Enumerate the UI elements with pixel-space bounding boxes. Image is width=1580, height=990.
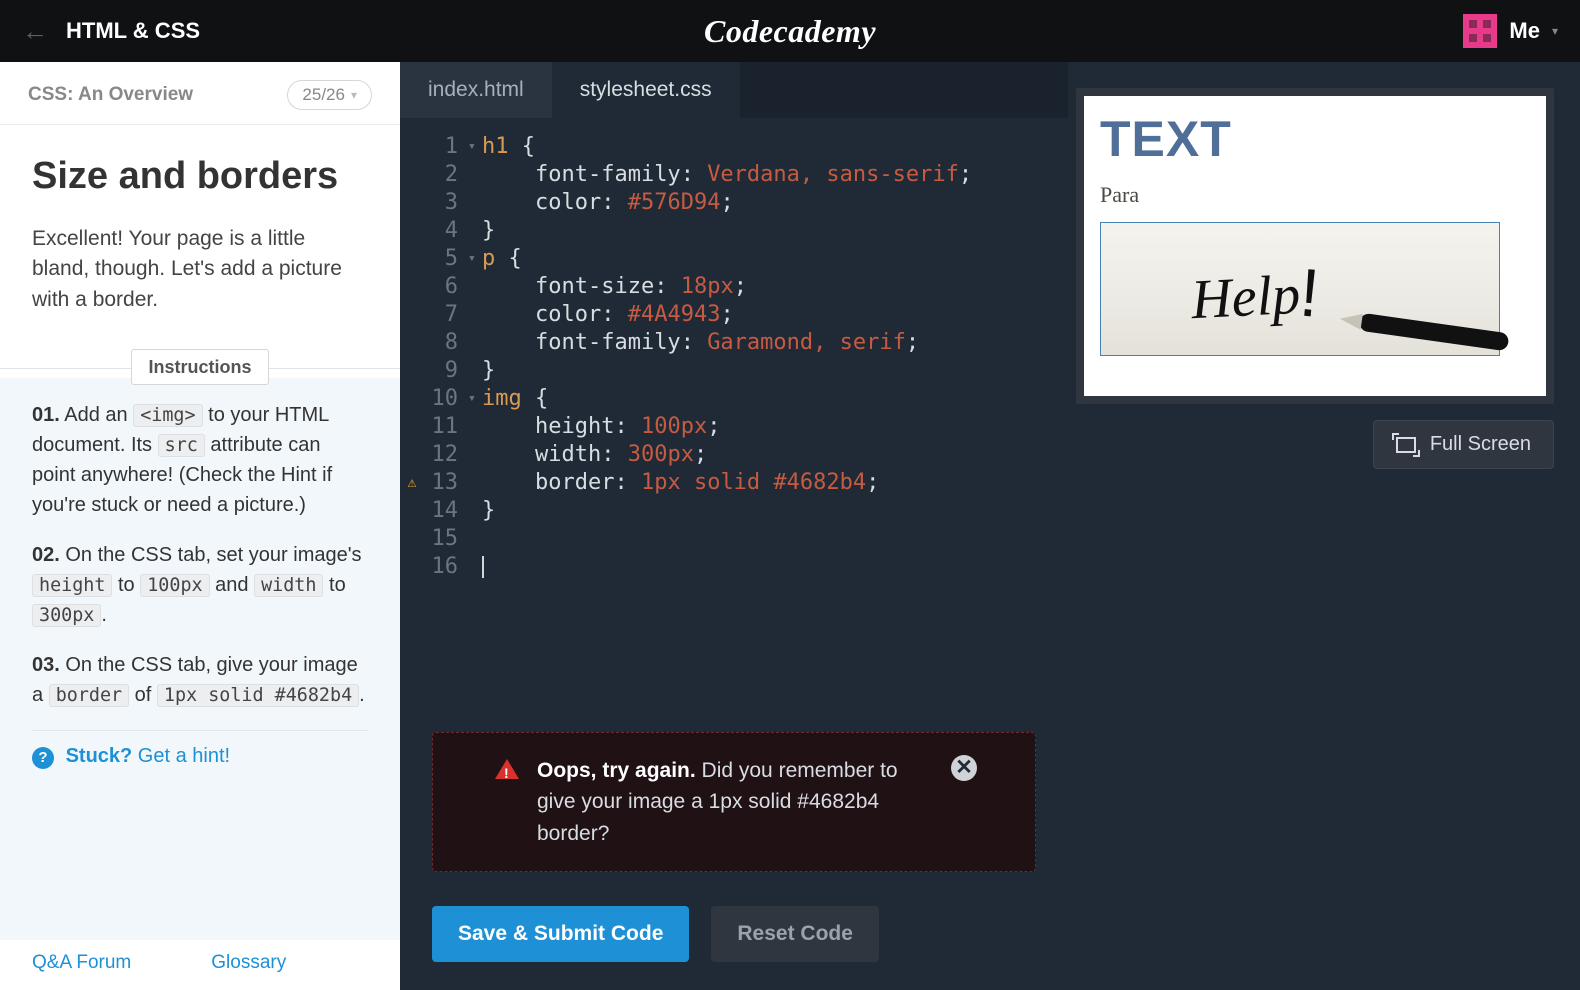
glossary-link[interactable]: Glossary — [211, 952, 286, 974]
preview-image: Help! — [1100, 222, 1500, 356]
qa-forum-link[interactable]: Q&A Forum — [32, 952, 131, 974]
step-1: 01. Add an <img> to your HTML document. … — [32, 400, 368, 520]
preview-panel: TEXT Para Help! Full Screen — [1068, 62, 1580, 990]
cursor — [482, 556, 484, 578]
tab-index-html[interactable]: index.html — [400, 62, 552, 118]
me-label: Me — [1509, 18, 1540, 44]
preview-frame: TEXT Para Help! — [1076, 88, 1554, 404]
fullscreen-icon — [1396, 437, 1416, 453]
step-2: 02. On the CSS tab, set your image's hei… — [32, 540, 368, 630]
chevron-down-icon: ▾ — [351, 88, 357, 102]
alert-icon — [495, 759, 519, 779]
hint-link[interactable]: ? Stuck? Get a hint! — [32, 730, 368, 769]
instructions-panel: CSS: An Overview 25/26 ▾ Size and border… — [0, 62, 400, 990]
logo[interactable]: Codecademy — [704, 13, 876, 50]
tab-stylesheet-css[interactable]: stylesheet.css — [552, 62, 740, 118]
error-banner: Oops, try again. Did you remember to giv… — [432, 732, 1036, 873]
pen-icon — [1358, 313, 1509, 352]
preview-paragraph: Para — [1100, 182, 1530, 208]
progress-dropdown[interactable]: 25/26 ▾ — [287, 80, 372, 110]
lesson-label: CSS: An Overview — [28, 84, 193, 106]
back-arrow-icon[interactable]: ← — [22, 16, 48, 47]
course-title[interactable]: HTML & CSS — [66, 18, 200, 44]
lesson-title: Size and borders — [32, 155, 368, 198]
user-menu[interactable]: Me ▾ — [1463, 14, 1558, 48]
avatar-icon — [1463, 14, 1497, 48]
step-3: 03. On the CSS tab, give your image a bo… — [32, 650, 368, 710]
preview-h1: TEXT — [1100, 110, 1530, 168]
editor-panel: index.html stylesheet.css 1▾h1 { 2 font-… — [400, 62, 1068, 990]
save-submit-button[interactable]: Save & Submit Code — [432, 906, 689, 962]
lesson-description: Excellent! Your page is a little bland, … — [32, 224, 368, 315]
instructions-heading: Instructions — [131, 349, 268, 385]
chevron-down-icon: ▾ — [1552, 24, 1558, 38]
reset-code-button[interactable]: Reset Code — [711, 906, 879, 962]
warning-icon: ⚠ — [400, 473, 424, 491]
progress-value: 25/26 — [302, 85, 345, 105]
close-icon[interactable]: ✕ — [951, 755, 977, 781]
top-bar: ← HTML & CSS Codecademy Me ▾ — [0, 0, 1580, 62]
editor-tabs: index.html stylesheet.css — [400, 62, 1068, 118]
question-icon: ? — [32, 747, 54, 769]
fullscreen-button[interactable]: Full Screen — [1373, 420, 1554, 469]
